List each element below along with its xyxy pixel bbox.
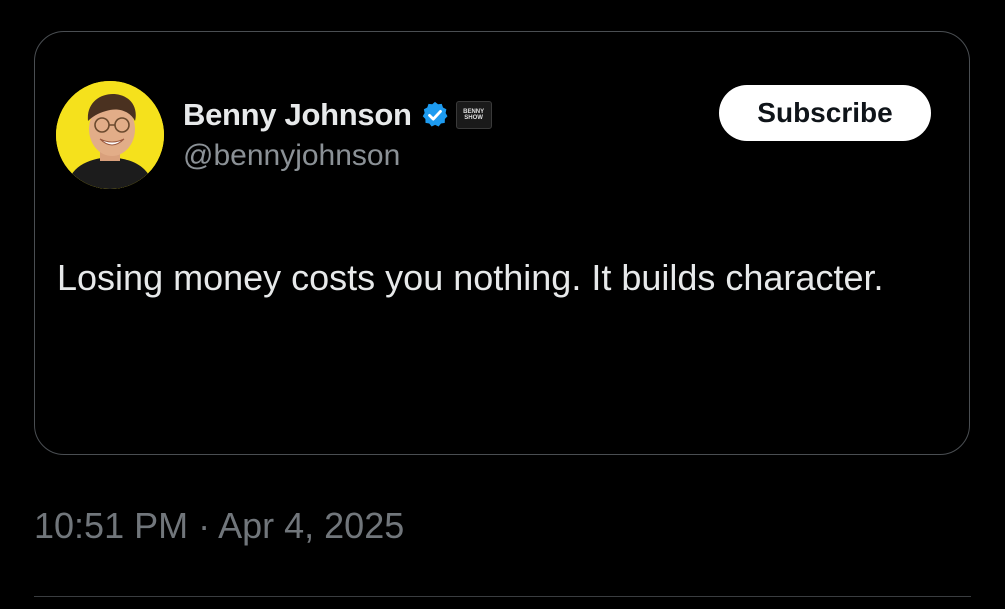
post-timestamp[interactable]: 10:51 PM · Apr 4, 2025 [34,505,404,547]
author-name-row: Benny Johnson BENNY SHOW [183,94,492,136]
avatar-image [56,81,164,189]
divider [34,596,971,597]
post-text: Losing money costs you nothing. It build… [57,257,884,298]
subscribe-button[interactable]: Subscribe [719,85,931,141]
verified-badge-icon [422,101,448,127]
author-display-name[interactable]: Benny Johnson [183,97,412,133]
affiliate-badge[interactable]: BENNY SHOW [455,101,492,129]
avatar[interactable] [56,81,164,189]
author-handle[interactable]: @bennyjohnson [183,139,400,173]
